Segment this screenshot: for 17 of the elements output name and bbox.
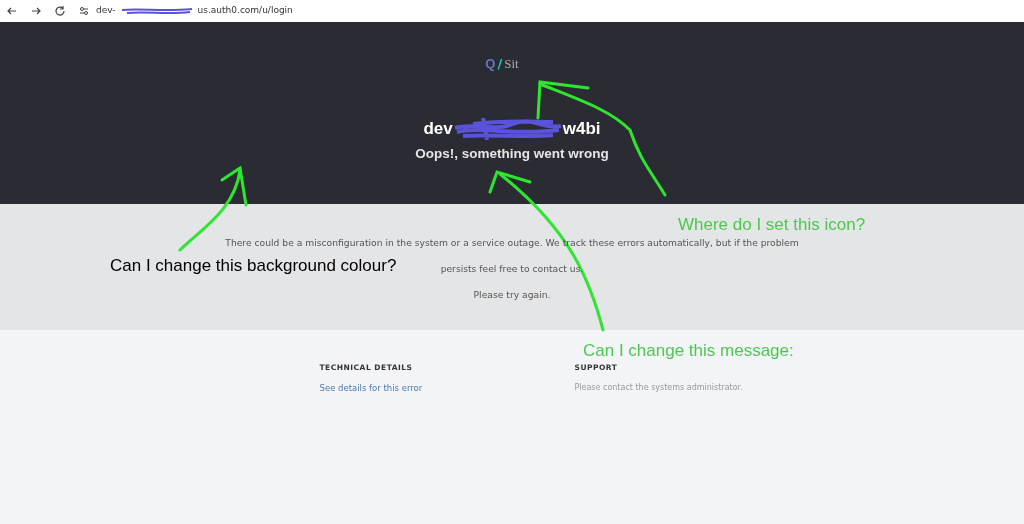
site-settings-icon[interactable]: [78, 5, 90, 17]
error-message: Please try again.: [473, 287, 551, 302]
url-text[interactable]: dev-: [96, 4, 116, 18]
details-link[interactable]: See details for this error: [319, 382, 480, 395]
annotation-text: Can I change this message:: [583, 341, 794, 362]
url-text[interactable]: us.auth0.com/u/login: [197, 4, 293, 18]
redaction-scribble: [121, 6, 192, 16]
annotation-text: Can I change this background colour?: [110, 256, 397, 277]
support-note: Please contact the systems administrator.: [574, 382, 743, 394]
reload-icon[interactable]: [54, 5, 66, 17]
back-icon[interactable]: [6, 5, 18, 17]
annotation-text: Where do I set this icon?: [678, 215, 866, 236]
tenant-name: w4bi: [562, 117, 601, 140]
logo: Q/Sit: [485, 55, 519, 73]
error-heading: Oops!, something went wrong: [415, 144, 609, 163]
forward-icon[interactable]: [30, 5, 42, 17]
tenant-name: dev: [423, 117, 453, 140]
